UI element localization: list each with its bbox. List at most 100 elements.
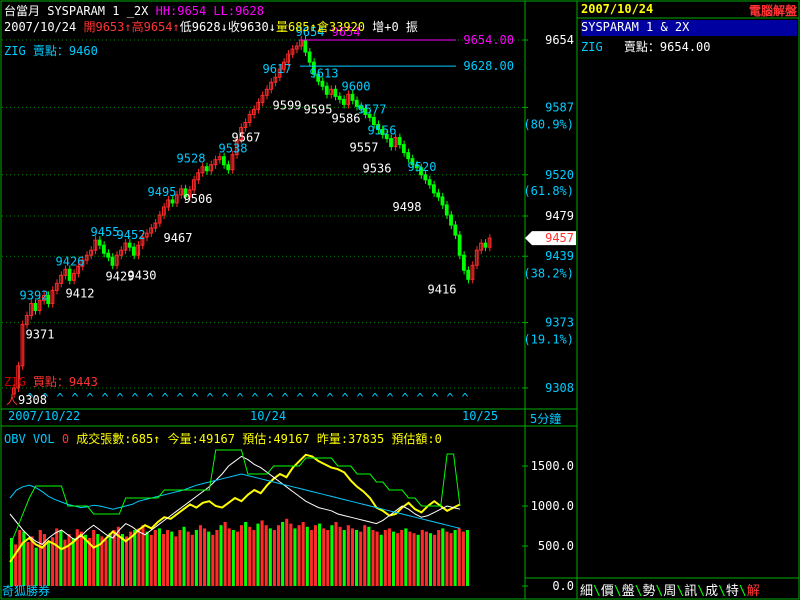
volume-bar-107 (449, 533, 453, 586)
zig-point-label-18: 9595 (304, 102, 333, 116)
time-marker-2: ^ (56, 391, 63, 405)
volume-tick-label-2: 500.0 (538, 539, 574, 553)
candle-body-72 (320, 80, 325, 87)
zig-point-label-26: 9498 (393, 200, 422, 214)
volume-bar-89 (375, 531, 379, 586)
volume-bar-105 (441, 528, 445, 586)
zig-point-label-22: 9556 (368, 124, 397, 138)
volume-bar-55 (235, 531, 239, 586)
volume-bar-79 (334, 522, 338, 586)
time-marker-14: ^ (236, 391, 243, 405)
volume-bar-30 (133, 530, 137, 586)
percent-label-1: (61.8%) (523, 184, 574, 198)
volume-bar-109 (457, 528, 461, 586)
candle-body-76 (337, 95, 342, 100)
tab-5[interactable]: 訊 (684, 584, 697, 599)
x-axis-label-1: 10/24 (250, 409, 286, 423)
volume-bar-96 (404, 528, 408, 586)
volume-bar-27 (120, 534, 124, 586)
candle-body-101 (444, 204, 449, 216)
volume-bar-68 (289, 523, 293, 586)
volume-bar-28 (125, 536, 129, 586)
zig-point-label-1: 9392 (20, 288, 49, 302)
zig-point-label-24: 9536 (363, 162, 392, 176)
tab-3[interactable]: 勢 (643, 584, 656, 599)
volume-bar-54 (231, 530, 235, 586)
candle-body-110 (483, 242, 488, 248)
time-marker-11: ^ (191, 391, 198, 405)
volume-bar-90 (379, 534, 383, 586)
volume-bar-42 (182, 526, 186, 586)
header-line2-part-4: 收9630↓ (227, 20, 276, 34)
period-label[interactable]: 5分鐘 (530, 410, 561, 427)
time-marker-21: ^ (341, 391, 348, 405)
candle-body-79 (350, 93, 355, 101)
tab-8[interactable]: 解 (747, 584, 760, 599)
volume-tick-label-0: 1500.0 (531, 459, 574, 473)
percent-label-3: (19.1%) (523, 333, 574, 347)
volume-bar-57 (244, 522, 248, 586)
volume-bar-81 (342, 530, 346, 586)
zig-point-label-7: 9452 (117, 228, 146, 242)
zig-buy-point: ZIG 買點：9443 (4, 375, 98, 389)
volume-bar-29 (129, 531, 133, 586)
candle-body-49 (222, 156, 226, 166)
volume-bar-64 (272, 530, 276, 586)
header-line1-part-2: LL:9628 (206, 4, 264, 18)
volume-bar-23 (104, 539, 108, 586)
volume-bar-65 (276, 525, 281, 586)
volume-bar-38 (166, 530, 170, 586)
reference-label-0: 9654.00 (463, 33, 514, 47)
obv-zero: 0 (61, 432, 70, 446)
volume-bar-71 (301, 522, 305, 586)
zig-point-label-6: 9430 (128, 268, 157, 282)
zig-point-label-8: 9467 (164, 231, 193, 245)
time-marker-7: ^ (131, 391, 138, 405)
volume-bar-52 (223, 522, 227, 586)
header-line2-part-0: 2007/10/24 (4, 20, 84, 34)
candle-body-45 (204, 166, 209, 172)
zig-point-label-11: 9528 (177, 152, 206, 166)
volume-bar-44 (190, 534, 194, 586)
volume-bar-7 (38, 530, 42, 586)
tab-0[interactable]: 細 (580, 584, 593, 599)
candle-body-73 (324, 85, 329, 95)
right-panel-zig: ZIG 賣點：9654.00 (581, 40, 711, 54)
volume-bar-110 (461, 531, 465, 586)
volume-bar-20 (92, 530, 96, 586)
zig-point-label-21: 9577 (358, 102, 387, 116)
volume-bar-33 (145, 531, 149, 586)
right-panel-title: 電腦解盤 (748, 4, 797, 18)
volume-bar-92 (387, 528, 391, 586)
tab-7[interactable]: 特 (726, 584, 739, 599)
price-tick-label-1: 9587 (545, 100, 574, 114)
volume-tick-label-3: 0.0 (552, 579, 574, 593)
volume-bar-94 (396, 533, 400, 586)
zig-point-label-15: 9617 (263, 62, 292, 76)
volume-bar-41 (178, 530, 182, 586)
tab-2[interactable]: 盤 (622, 584, 635, 599)
volume-bar-48 (207, 531, 211, 586)
candle-body-27 (127, 242, 132, 248)
time-marker-8: ^ (146, 391, 153, 405)
yesterday-volume: 昨量:37835 (316, 432, 385, 446)
header-line2-part-2: 高9654↑ (131, 20, 180, 34)
candle-body-37 (170, 199, 175, 204)
volume-bar-99 (416, 534, 420, 586)
tab-6[interactable]: 成 (705, 584, 718, 599)
volume-bar-4 (26, 542, 30, 586)
volume-bar-98 (412, 533, 416, 586)
tab-4[interactable]: 周 (663, 584, 676, 599)
candle-body-5 (33, 302, 38, 312)
contracts-label: 成交張數:685↑ (76, 432, 161, 446)
volume-bar-85 (359, 531, 363, 586)
volume-bar-39 (170, 531, 174, 586)
volume-bar-60 (256, 523, 260, 586)
volume-bar-51 (219, 525, 223, 586)
volume-bar-15 (71, 538, 75, 586)
zig-point-label-5: 9455 (91, 225, 120, 239)
volume-bar-95 (400, 530, 404, 586)
tab-1[interactable]: 價 (601, 584, 614, 599)
time-marker-29: ^ (461, 391, 468, 405)
right-panel-selected-item[interactable]: SYSPARAM 1 & 2X (581, 20, 797, 36)
